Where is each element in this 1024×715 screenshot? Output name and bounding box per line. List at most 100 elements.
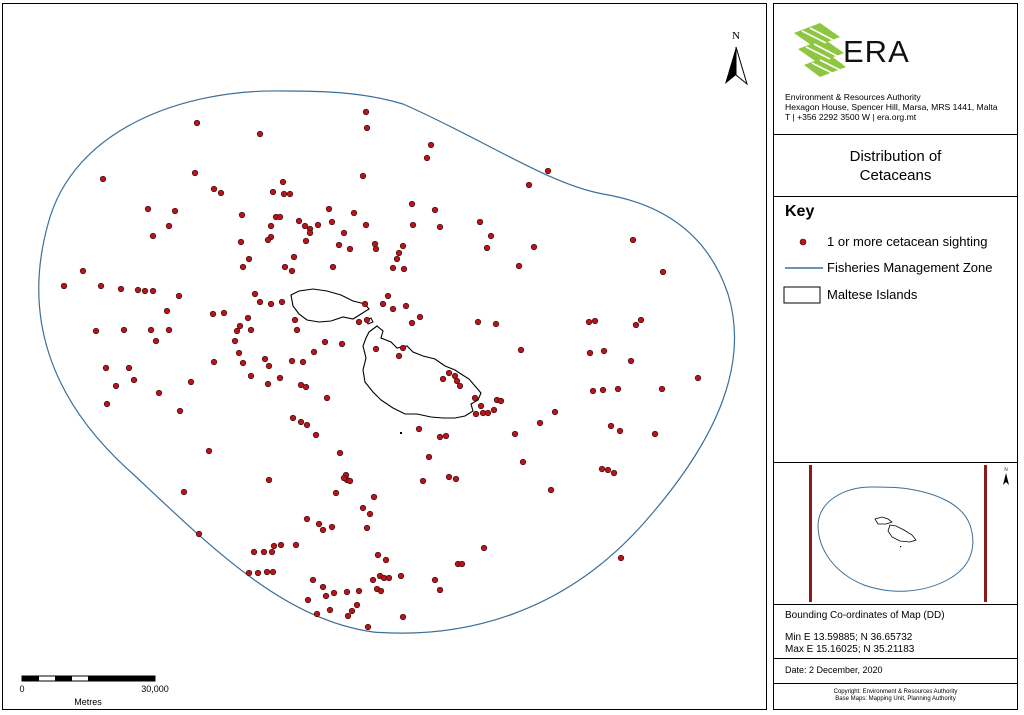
scale-zero-label: 0 (19, 684, 24, 694)
sighting-point (393, 255, 401, 263)
sighting-point (399, 613, 407, 621)
sighting-point (340, 474, 348, 482)
key-item-fisheries-zone: Fisheries Management Zone (783, 258, 1015, 278)
sighting-point (599, 386, 607, 394)
sighting-point (303, 515, 311, 523)
sighting-point (397, 572, 405, 580)
sighting-point (415, 425, 423, 433)
sighting-point (299, 358, 307, 366)
sighting-point (149, 287, 157, 295)
sighting-point (323, 394, 331, 402)
sighting-point (511, 430, 519, 438)
sighting-point (237, 238, 245, 246)
sighting-point (389, 264, 397, 272)
sighting-point (361, 300, 369, 308)
map-date: Date: 2 December, 2020 (785, 665, 883, 675)
sighting-point (395, 352, 403, 360)
sighting-point (607, 422, 615, 430)
sighting-point (97, 282, 105, 290)
sighting-point (497, 397, 505, 405)
sighting-point (346, 245, 354, 253)
sighting-point (191, 169, 199, 177)
sighting-point (288, 267, 296, 275)
sighting-point (280, 190, 288, 198)
sighting-point (436, 586, 444, 594)
bounds-max: Max E 15.16025; N 35.21183 (785, 644, 915, 655)
sighting-point (120, 326, 128, 334)
sighting-point (389, 305, 397, 313)
sighting-point (629, 236, 637, 244)
sighting-point (165, 222, 173, 230)
sighting-point (79, 267, 87, 275)
sighting-point (171, 207, 179, 215)
sighting-point (487, 232, 495, 240)
sighting-point (632, 321, 640, 329)
map-title: Distribution of Cetaceans (850, 147, 942, 185)
sighting-point (416, 313, 424, 321)
sighting-point (60, 282, 68, 290)
sighting-point (245, 569, 253, 577)
sighting-point (195, 530, 203, 538)
sighting-point (321, 338, 329, 346)
map-canvas: N 0 30,000 Metres (19, 30, 748, 707)
sighting-point (419, 477, 427, 485)
sighting-point (659, 268, 667, 276)
sighting-point (267, 222, 275, 230)
sighting-point (363, 524, 371, 532)
sighting-point (267, 300, 275, 308)
organisation-details: Environment & Resources Authority Hexago… (785, 92, 998, 122)
inset-bar-right (984, 465, 987, 602)
sighting-point (277, 541, 285, 549)
sighting-point (260, 548, 268, 556)
sighting-point (586, 349, 594, 357)
sighting-point (205, 447, 213, 455)
sighting-point (589, 387, 597, 395)
sighting-point (210, 358, 218, 366)
sighting-point (423, 154, 431, 162)
sighting-point (289, 414, 297, 422)
sighting-point (515, 262, 523, 270)
sighting-point (270, 542, 278, 550)
sighting-point (303, 421, 311, 429)
sighting-point (278, 298, 286, 306)
sighting-point (431, 576, 439, 584)
sighting-point (431, 206, 439, 214)
inset-map: N (809, 465, 1009, 602)
sighting-point (343, 588, 351, 596)
sighting-point (439, 375, 447, 383)
sighting-point (536, 419, 544, 427)
sighting-point (483, 244, 491, 252)
sighting-point (402, 302, 410, 310)
sighting-point (319, 526, 327, 534)
sighting-point (363, 316, 371, 324)
title-section: Distribution of Cetaceans (774, 135, 1017, 197)
filfla-islet (400, 432, 402, 434)
sighting-point (231, 337, 239, 345)
sighting-point (374, 551, 382, 559)
key-label-maltese-islands: Maltese Islands (827, 287, 918, 302)
sighting-point (187, 378, 195, 386)
date-section: Date: 2 December, 2020 (774, 659, 1017, 684)
sighting-point (338, 340, 346, 348)
sighting-point (371, 240, 379, 248)
organisation-address: Hexagon House, Spencer Hill, Marsa, MRS … (785, 102, 998, 112)
sighting-point (247, 326, 255, 334)
sighting-point (233, 327, 241, 335)
sighting-point (452, 475, 460, 483)
sighting-point (456, 382, 464, 390)
sighting-point (332, 489, 340, 497)
sighting-point (627, 357, 635, 365)
sighting-point (293, 326, 301, 334)
sighting-point (382, 556, 390, 564)
sighting-point (165, 326, 173, 334)
sighting-point (217, 189, 225, 197)
scale-units-label: Metres (74, 697, 102, 707)
sighting-point (525, 181, 533, 189)
sighting-point (544, 167, 552, 175)
sighting-point (239, 359, 247, 367)
sighting-point (380, 574, 388, 582)
organisation-name: Environment & Resources Authority (785, 92, 921, 102)
sighting-point (362, 108, 370, 116)
sighting-point (263, 568, 271, 576)
sighting-point (292, 541, 300, 549)
